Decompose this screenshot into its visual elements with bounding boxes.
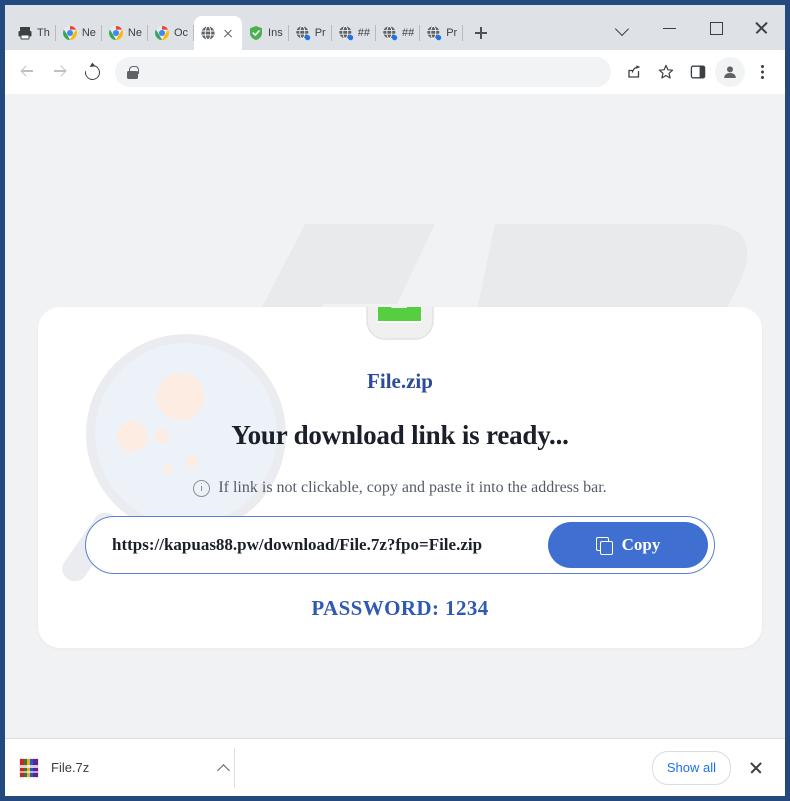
forward-arrow-icon — [54, 66, 65, 77]
tab-divider — [462, 25, 464, 41]
close-window-icon[interactable] — [739, 11, 785, 45]
instruction-text: If link is not clickable, copy and paste… — [218, 479, 607, 496]
show-all-button[interactable]: Show all — [651, 750, 731, 785]
instruction-text-row: If link is not clickable, copy and paste… — [38, 479, 762, 497]
file-name-label: File.zip — [367, 369, 433, 393]
download-file-name: File.7z — [51, 760, 90, 775]
globe-dot-icon — [382, 25, 398, 41]
printer-icon — [17, 25, 33, 41]
page-viewport: risk.com — [5, 94, 785, 738]
chrome-icon — [154, 25, 170, 41]
blob-tiny-a — [186, 455, 198, 467]
download-shelf: File.7z Show all — [5, 738, 785, 796]
chevron-up-icon[interactable] — [212, 757, 234, 779]
globe-dot-icon — [338, 25, 354, 41]
star-icon — [658, 64, 674, 79]
tab-3[interactable]: Oc — [148, 16, 195, 50]
side-panel-icon — [690, 65, 706, 79]
forward-button[interactable] — [45, 57, 75, 87]
lock-icon — [127, 65, 139, 79]
profile-button[interactable] — [715, 57, 745, 87]
tab-6-label: Pr — [314, 27, 326, 39]
tab-5-label: Ins — [268, 27, 283, 39]
tab-0-label: Th — [37, 27, 50, 39]
tab-0[interactable]: Th — [11, 16, 56, 50]
window-controls — [601, 5, 785, 50]
download-card: File.zip Your download link is ready... … — [38, 307, 762, 648]
download-url-input[interactable]: https://kapuas88.pw/download/File.7z?fpo… — [112, 535, 548, 555]
tab-7-label: ## — [357, 27, 370, 39]
copy-icon — [595, 536, 614, 555]
minimize-icon[interactable] — [647, 11, 693, 45]
tab-7[interactable]: ## — [332, 16, 376, 50]
chrome-icon — [62, 25, 78, 41]
chrome-icon — [108, 25, 124, 41]
globe-dot-icon — [426, 25, 442, 41]
new-tab-button[interactable] — [467, 19, 495, 47]
back-arrow-icon — [22, 66, 33, 77]
copy-button[interactable]: Copy — [548, 522, 708, 568]
browser-toolbar — [5, 50, 785, 94]
browser-window: Th Ne Ne Oc Ins Pr ## ## Pr File.zip You… — [0, 0, 790, 801]
download-link-row: https://kapuas88.pw/download/File.7z?fpo… — [85, 516, 715, 574]
avatar-icon — [724, 66, 736, 78]
reload-icon — [82, 62, 103, 83]
tab-strip: Th Ne Ne Oc Ins Pr ## ## Pr — [5, 5, 785, 50]
tab-2-label: Ne — [127, 27, 142, 39]
password-label: PASSWORD: 1234 — [311, 596, 489, 620]
tab-5[interactable]: Ins — [242, 16, 289, 50]
tab-8[interactable]: ## — [376, 16, 421, 50]
maximize-icon[interactable] — [693, 11, 739, 45]
copy-button-label: Copy — [621, 535, 661, 554]
back-button[interactable] — [13, 57, 43, 87]
tab-9[interactable]: Pr — [420, 16, 464, 50]
info-circle-icon — [193, 479, 211, 497]
globe-dot-icon — [295, 25, 311, 41]
tab-8-label: ## — [401, 27, 415, 39]
tab-close-icon[interactable] — [220, 25, 236, 41]
download-shelf-divider — [234, 747, 235, 788]
green-archive-folder-icon — [366, 307, 434, 340]
green-shield-icon — [248, 25, 264, 41]
tab-3-label: Oc — [173, 27, 189, 39]
tab-search-chevron-down-icon[interactable] — [601, 11, 647, 45]
blob-tiny-b — [163, 465, 172, 474]
page-title: Your download link is ready... — [231, 420, 569, 450]
tab-4-active[interactable] — [194, 16, 243, 50]
show-all-label: Show all — [666, 760, 716, 775]
close-download-shelf-icon[interactable] — [741, 753, 771, 783]
share-button[interactable] — [619, 57, 649, 87]
three-dot-menu-icon[interactable] — [747, 57, 777, 87]
tab-1-label: Ne — [81, 27, 96, 39]
tab-6[interactable]: Pr — [289, 16, 332, 50]
7zip-archive-icon — [19, 757, 39, 778]
tab-1[interactable]: Ne — [56, 16, 102, 50]
side-panel-button[interactable] — [683, 57, 713, 87]
reload-button[interactable] — [77, 57, 107, 87]
tab-9-label: Pr — [446, 27, 458, 39]
share-icon — [628, 65, 640, 78]
globe-icon — [200, 25, 216, 41]
address-bar[interactable] — [115, 57, 611, 87]
download-item[interactable]: File.7z — [19, 757, 234, 779]
tab-2[interactable]: Ne — [102, 16, 148, 50]
bookmark-button[interactable] — [651, 57, 681, 87]
